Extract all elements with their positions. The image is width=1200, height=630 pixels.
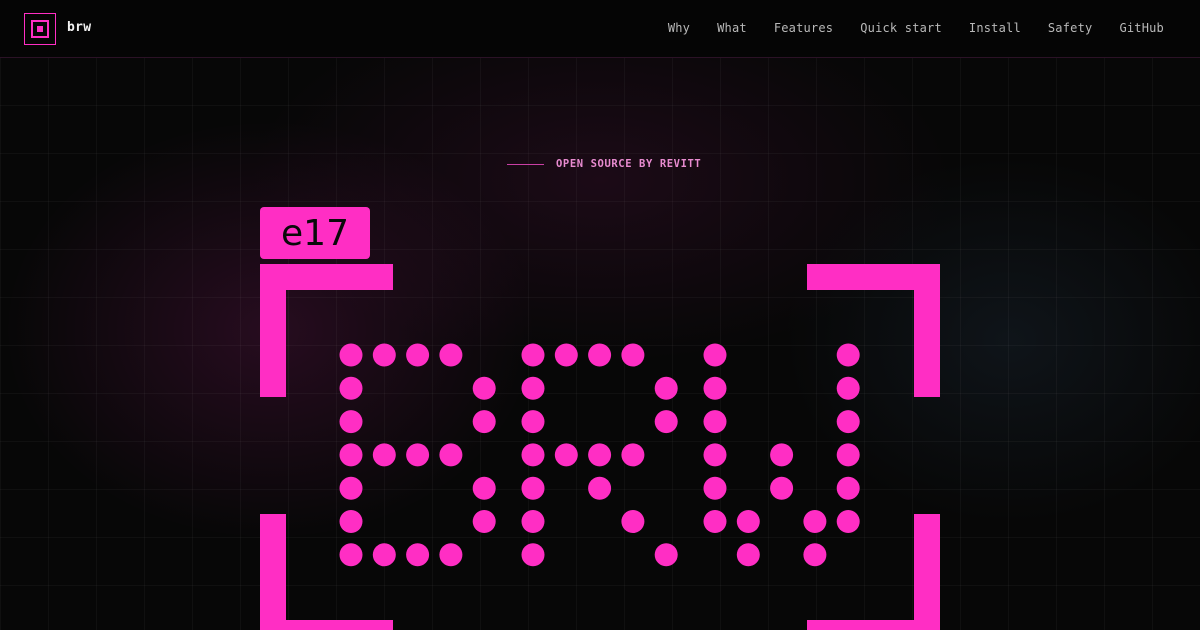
matrix-dot-w (703, 343, 727, 367)
matrix-dot-w (703, 510, 727, 533)
matrix-dot-r (521, 410, 545, 434)
matrix-dot-b (372, 443, 396, 467)
matrix-dot-b (406, 443, 430, 467)
matrix-dot-b (339, 376, 363, 400)
matrix-dot-w (803, 510, 827, 533)
matrix-dot-w (703, 410, 727, 434)
matrix-dot-b (406, 343, 430, 367)
matrix-dot-w (736, 510, 760, 533)
matrix-dot-r (521, 510, 545, 533)
matrix-dot-r (588, 343, 612, 367)
matrix-dot-b (339, 410, 363, 434)
matrix-dot-b (406, 543, 430, 567)
matrix-dot-w (836, 343, 860, 367)
matrix-dot-b (339, 543, 363, 567)
matrix-dot-r (654, 376, 678, 400)
matrix-dot-w (836, 476, 860, 500)
matrix-dot-b (339, 443, 363, 467)
matrix-dot-b (339, 343, 363, 367)
matrix-dot-b (472, 376, 496, 400)
matrix-dot-b (439, 543, 463, 567)
matrix-dot-b (339, 510, 363, 533)
matrix-dot-w (770, 443, 794, 467)
matrix-dot-b (372, 343, 396, 367)
matrix-dot-r (654, 543, 678, 567)
matrix-dot-r (521, 543, 545, 567)
matrix-dot-b (339, 476, 363, 500)
matrix-dot-b (372, 543, 396, 567)
matrix-dot-r (654, 410, 678, 434)
matrix-dot-w (703, 443, 727, 467)
matrix-dot-r (588, 476, 612, 500)
dot-matrix-wordmark (339, 343, 860, 567)
matrix-dot-w (703, 476, 727, 500)
page: brw Why What Features Quick start Instal… (0, 0, 1200, 630)
matrix-dot-w (836, 410, 860, 434)
matrix-dot-w (770, 476, 794, 500)
matrix-dot-w (836, 443, 860, 467)
matrix-dot-r (554, 343, 578, 367)
matrix-dot-r (521, 476, 545, 500)
matrix-dot-b (472, 410, 496, 434)
matrix-dot-w (736, 543, 760, 567)
matrix-dot-r (588, 443, 612, 467)
matrix-dot-r (621, 510, 645, 533)
matrix-dot-r (554, 443, 578, 467)
matrix-dot-r (521, 376, 545, 400)
matrix-dot-r (621, 343, 645, 367)
matrix-dot-w (803, 543, 827, 567)
matrix-dot-r (521, 343, 545, 367)
matrix-dot-b (439, 343, 463, 367)
matrix-dot-b (472, 510, 496, 533)
matrix-dot-w (836, 510, 860, 533)
matrix-dot-b (439, 443, 463, 467)
matrix-dot-r (521, 443, 545, 467)
matrix-dot-w (703, 376, 727, 400)
matrix-dot-b (472, 476, 496, 500)
matrix-dot-r (621, 443, 645, 467)
matrix-dot-w (836, 376, 860, 400)
